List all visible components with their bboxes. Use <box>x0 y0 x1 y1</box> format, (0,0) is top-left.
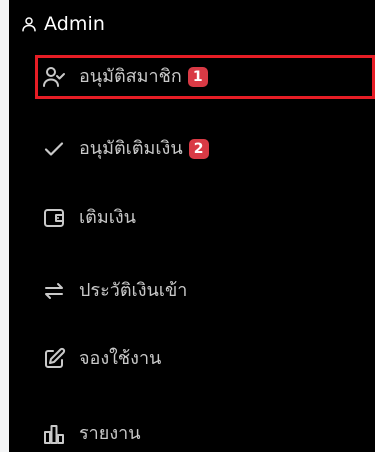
bar-chart-icon <box>41 421 67 447</box>
menu-item-label: ประวัติเงินเข้า <box>79 280 188 301</box>
menu-item-label: อนุมัติเติมเงิน <box>79 138 183 159</box>
menu-item-booking[interactable]: จองใช้งาน <box>35 337 375 381</box>
menu-item-approve-members[interactable]: อนุมัติสมาชิก 1 <box>35 55 375 99</box>
check-icon <box>41 136 67 162</box>
edit-icon <box>41 346 67 372</box>
admin-sidebar: Admin อนุมัติสมาชิก 1 อนุมัติเติมเงิน 2 <box>9 0 375 452</box>
count-badge: 2 <box>188 139 209 159</box>
menu-item-topup[interactable]: เติมเงิน <box>35 196 375 240</box>
wallet-icon <box>41 205 67 231</box>
sidebar-title: Admin <box>44 12 106 35</box>
sidebar-header: Admin <box>20 7 105 41</box>
count-badge: 1 <box>187 67 208 87</box>
menu-item-deposit-history[interactable]: ประวัติเงินเข้า <box>35 269 375 313</box>
menu-item-label: จองใช้งาน <box>79 348 162 369</box>
menu-item-approve-topups[interactable]: อนุมัติเติมเงิน 2 <box>35 127 375 171</box>
menu-item-label: เติมเงิน <box>79 207 136 228</box>
user-check-icon <box>41 64 67 90</box>
menu-item-reports[interactable]: รายงาน <box>35 412 375 452</box>
menu-item-label: รายงาน <box>79 423 141 444</box>
menu-item-label: อนุมัติสมาชิก <box>79 66 182 87</box>
user-icon <box>20 15 38 33</box>
arrows-left-right-icon <box>41 278 67 304</box>
